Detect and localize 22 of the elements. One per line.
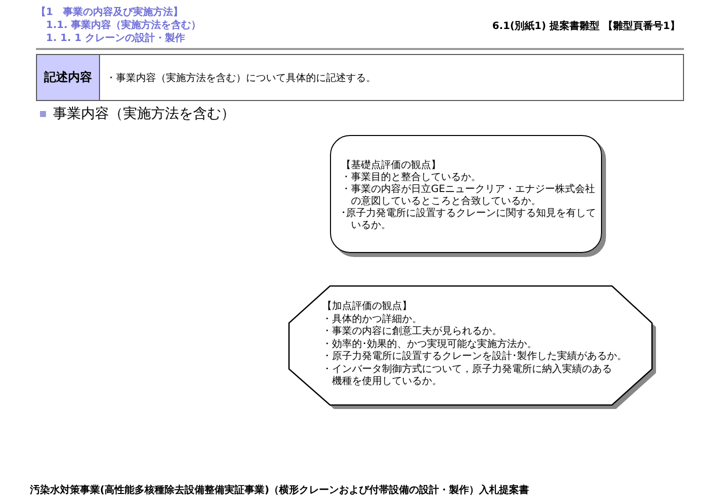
breadcrumb-heading: 1.1. 事業内容（実施方法を含む） bbox=[45, 19, 201, 32]
callout-line: ・具体的かつ詳細か。 bbox=[322, 314, 423, 326]
callout-line: ・事業の内容が日立GEニュークリア・エナジー株式会社 bbox=[341, 184, 596, 196]
bullet-icon bbox=[40, 111, 46, 117]
callout-line: いるか。 bbox=[350, 220, 392, 232]
callout-title: 【加点評価の観点】 bbox=[322, 301, 413, 314]
callout-line: ・効率的･効果的、かつ実現可能な実施方法か。 bbox=[322, 338, 538, 350]
callout-line: ・原子力発電所に設置するクレーンを設計･製作した実績があるか。 bbox=[322, 351, 628, 364]
breadcrumb-heading: 1. 1. 1 クレーンの設計・製作 bbox=[45, 32, 186, 45]
table-text: ・事業内容（実施方法を含む）について具体的に記述する。 bbox=[105, 72, 376, 86]
breadcrumb-heading: 【1 事業の内容及び実施方法】 bbox=[36, 6, 184, 19]
callout-line: ・事業の内容に創意工夫が見られるか。 bbox=[322, 326, 503, 338]
callout-title: 【基礎点評価の観点】 bbox=[341, 160, 442, 172]
section-heading: 事業内容（実施方法を含む） bbox=[53, 105, 235, 123]
callout-line: ・インバータ制御方式について，原子力発電所に納入実績のある bbox=[322, 364, 613, 376]
table-label: 記述内容 bbox=[37, 55, 100, 100]
callout-line: 機種を使用しているか。 bbox=[331, 376, 443, 388]
footer-text: 汚染水対策事業(高性能多核種除去設備整備実証事業)（横形クレーンおよび付帯設備の設計・製作）入札提案書 bbox=[30, 483, 530, 497]
callout-line: の意図しているところと合致しているか。 bbox=[350, 196, 542, 208]
callout-line: ・事業目的と整合しているか。 bbox=[341, 172, 482, 184]
document-title: 6.1(別紙1) 提案書雛型 【雛型頁番号1】 bbox=[492, 19, 681, 32]
callout-line: ･原子力発電所に設置するクレーンに関する知見を有して bbox=[341, 208, 597, 220]
